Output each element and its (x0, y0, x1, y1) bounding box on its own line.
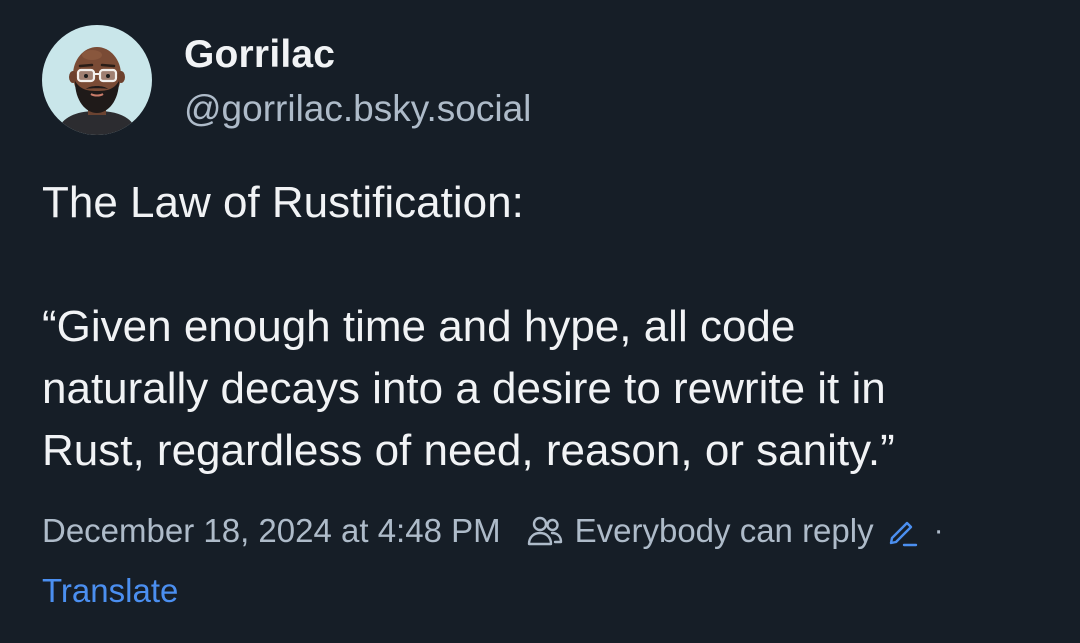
reply-setting-label: Everybody can reply (574, 512, 874, 549)
author-display-name[interactable]: Gorrilac (184, 33, 335, 77)
post-text-title: The Law of Rustification: (42, 178, 524, 227)
post-text-quote: “Given enough time and hype, all code na… (42, 302, 895, 475)
post-card: Gorrilac @gorrilac.bsky.social The Law o… (0, 0, 1080, 643)
post-meta: December 18, 2024 at 4:48 PM Everybody c… (42, 506, 944, 556)
post-timestamp: December 18, 2024 at 4:48 PM (42, 512, 501, 549)
avatar[interactable] (42, 25, 152, 135)
author-handle[interactable]: @gorrilac.bsky.social (184, 88, 531, 130)
pencil-icon[interactable] (886, 514, 920, 548)
people-icon (525, 511, 565, 551)
meta-separator: · (933, 514, 944, 547)
post-text-spacer (42, 234, 1052, 296)
translate-link[interactable]: Translate (42, 572, 178, 610)
post-text: The Law of Rustification: “Given enough … (42, 172, 1052, 482)
avatar-illustration-icon (56, 47, 138, 135)
